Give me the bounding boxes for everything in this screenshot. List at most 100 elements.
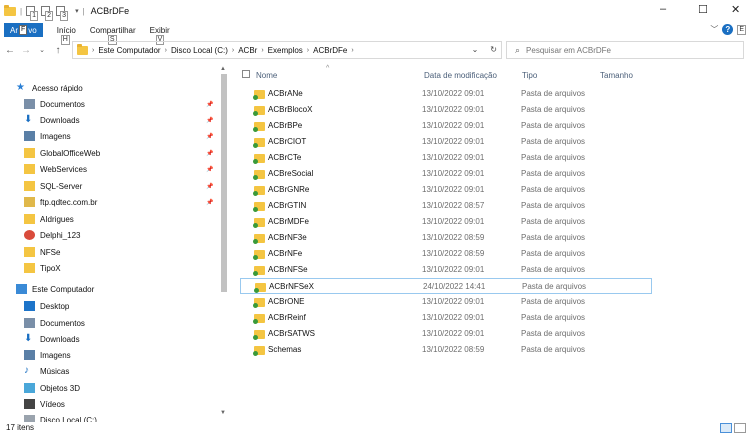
pin-icon[interactable]: 📌 xyxy=(206,150,213,157)
forward-button[interactable]: → xyxy=(20,45,32,56)
file-row[interactable]: ACBrReinf 13/10/2022 09:01 Pasta de arquiv… xyxy=(240,310,652,326)
tab-file-suffix: vo xyxy=(28,25,37,35)
scroll-up-icon[interactable]: ▲ xyxy=(220,66,226,72)
file-row[interactable]: ACBrONE 13/10/2022 09:01 Pasta de arquivos xyxy=(240,294,652,310)
breadcrumb-acbr[interactable]: ACBr xyxy=(238,46,257,55)
tab-share[interactable]: Compartilhar S xyxy=(90,26,136,45)
folder-icon xyxy=(4,4,16,16)
nav-item[interactable]: GlobalOfficeWeb 📌 xyxy=(0,145,226,161)
file-row[interactable]: ACBrBPe 13/10/2022 09:01 Pasta de arquivos xyxy=(240,118,652,134)
file-row[interactable]: ACBrSATWS 13/10/2022 09:01 Pasta de arquiv… xyxy=(240,326,652,342)
pin-icon[interactable]: 📌 xyxy=(206,199,213,206)
file-row[interactable]: ACBrGTIN 13/10/2022 08:57 Pasta de arquivo… xyxy=(240,198,652,214)
file-type: Pasta de arquivos xyxy=(521,217,586,226)
breadcrumb-exemplos[interactable]: Exemplos xyxy=(268,46,303,55)
file-row[interactable]: ACBrNFSeX 24/10/2022 14:41 Pasta de arquiv… xyxy=(240,278,652,294)
chevron-right-icon: › xyxy=(92,46,95,54)
file-row[interactable]: ACBrANe 13/10/2022 09:01 Pasta de arquivos xyxy=(240,86,652,102)
maximize-button[interactable]: ☐ xyxy=(698,3,708,16)
nav-item[interactable]: ftp.qdtec.com.br 📌 xyxy=(0,194,226,210)
pin-icon[interactable]: 📌 xyxy=(206,133,213,140)
item-count: 17 itens xyxy=(6,423,35,432)
nav-item[interactable]: AIdrigues xyxy=(0,211,226,227)
file-name: ACBrCIOT xyxy=(268,137,307,146)
column-header-type[interactable]: Tipo xyxy=(522,71,537,80)
column-header-name[interactable]: Nome xyxy=(256,71,277,80)
nav-item[interactable]: ⬇ Downloads 📌 xyxy=(0,112,226,128)
file-row[interactable]: ACBrCIOT 13/10/2022 09:01 Pasta de arquivo… xyxy=(240,134,652,150)
pin-icon[interactable]: 📌 xyxy=(206,166,213,173)
file-row[interactable]: ACBrBlocoX 13/10/2022 09:01 Pasta de arqui… xyxy=(240,102,652,118)
help-icon[interactable]: ? xyxy=(722,24,734,35)
pin-icon[interactable]: 📌 xyxy=(206,183,213,190)
nav-item[interactable]: Vídeos xyxy=(0,396,226,412)
nav-item[interactable]: Objetos 3D xyxy=(0,380,226,396)
nav-item-label: SQL-Server xyxy=(40,181,83,191)
customize-button[interactable]: 3 xyxy=(56,6,68,21)
nav-item[interactable]: SQL-Server 📌 xyxy=(0,178,226,194)
expand-ribbon-button[interactable]: ﹀ xyxy=(710,24,718,35)
file-row[interactable]: ACBrNF3e 13/10/2022 08:59 Pasta de arquivo… xyxy=(240,230,652,246)
breadcrumb-drive[interactable]: Disco Local (C:) xyxy=(171,46,228,55)
nav-item[interactable]: Documentos 📌 xyxy=(0,96,226,112)
tab-file[interactable]: Ar F vo xyxy=(4,23,43,37)
nav-item[interactable]: ♪ Músicas xyxy=(0,363,226,379)
new-folder-button[interactable]: 2 xyxy=(41,6,53,21)
file-row[interactable]: ACBrNFe 13/10/2022 08:59 Pasta de arquivos xyxy=(240,246,652,262)
properties-button[interactable]: 1 xyxy=(26,6,38,21)
nav-item[interactable]: TipoX xyxy=(0,260,226,276)
key-tip: 1 xyxy=(30,11,38,21)
scroll-down-icon[interactable]: ▼ xyxy=(220,410,226,416)
search-input[interactable] xyxy=(526,45,727,55)
nav-item[interactable]: Documentos xyxy=(0,315,226,331)
nav-item[interactable]: ⬇ Downloads xyxy=(0,331,226,347)
window-title: ACBrDFe xyxy=(90,6,130,16)
file-name: ACBrSATWS xyxy=(268,329,315,338)
address-history-button[interactable]: ⌄ xyxy=(472,45,479,54)
file-row[interactable]: ACBrGNRe 13/10/2022 09:01 Pasta de arquivo… xyxy=(240,182,652,198)
nav-item[interactable]: Desktop xyxy=(0,298,226,314)
nav-item[interactable]: Imagens 📌 xyxy=(0,128,226,144)
nav-item[interactable]: ★ Acesso rápido xyxy=(0,80,226,96)
file-row[interactable]: Schemas 13/10/2022 08:59 Pasta de arquivos xyxy=(240,342,652,358)
file-name: ACBrNFSe xyxy=(268,265,308,274)
column-header-size[interactable]: Tamanho xyxy=(600,71,633,80)
recent-locations-button[interactable]: ⌄ xyxy=(36,46,48,54)
pin-icon[interactable]: 📌 xyxy=(206,101,213,108)
file-row[interactable]: ACBrCTe 13/10/2022 09:01 Pasta de arquivos xyxy=(240,150,652,166)
refresh-icon[interactable]: ↻ xyxy=(490,45,497,54)
nav-item[interactable]: Imagens xyxy=(0,347,226,363)
nav-item-label: AIdrigues xyxy=(40,214,74,224)
nav-item[interactable]: WebServices 📌 xyxy=(0,161,226,177)
breadcrumb-acbrdfe[interactable]: ACBrDFe xyxy=(313,46,347,55)
address-bar[interactable]: › Este Computador › Disco Local (C:) › A… xyxy=(72,41,502,59)
tab-file-prefix: Ar xyxy=(10,25,18,35)
nav-item[interactable]: NFSe xyxy=(0,244,226,260)
ribbon-tabs: Ar F vo Início H Compartilhar S Exibir V… xyxy=(0,22,750,45)
minimize-button[interactable]: – xyxy=(660,3,666,15)
select-all-checkbox[interactable] xyxy=(242,70,250,78)
large-icons-view-button[interactable] xyxy=(734,423,746,433)
tab-home[interactable]: Início H xyxy=(57,26,76,45)
breadcrumb-this-pc[interactable]: Este Computador xyxy=(98,46,160,55)
chevron-down-icon[interactable]: ▾ xyxy=(75,7,79,15)
folder-icon xyxy=(253,234,265,244)
file-row[interactable]: ACBrNFSe 13/10/2022 09:01 Pasta de arquivo… xyxy=(240,262,652,278)
nav-item-label: Este Computador xyxy=(32,284,95,294)
nav-item-label: NFSe xyxy=(40,247,61,257)
column-header-date[interactable]: Data de modificação xyxy=(424,71,497,80)
search-box[interactable]: ⌕ xyxy=(506,41,744,59)
nav-scrollbar[interactable]: ▲ ▼ xyxy=(219,66,229,420)
close-button[interactable]: ✕ xyxy=(731,3,740,16)
back-button[interactable]: ← xyxy=(4,45,16,56)
pin-icon[interactable]: 📌 xyxy=(206,117,213,124)
scrollbar-thumb[interactable] xyxy=(221,74,227,292)
up-button[interactable]: ↑ xyxy=(52,45,64,56)
tab-view[interactable]: Exibir V xyxy=(150,26,170,45)
details-view-button[interactable] xyxy=(720,423,732,433)
file-row[interactable]: ACBreSocial 13/10/2022 09:01 Pasta de arqu… xyxy=(240,166,652,182)
nav-item[interactable]: Este Computador xyxy=(0,281,226,297)
nav-item[interactable]: Delphi_123 xyxy=(0,227,226,243)
folder-icon xyxy=(253,122,265,132)
file-row[interactable]: ACBrMDFe 13/10/2022 09:01 Pasta de arquivo… xyxy=(240,214,652,230)
